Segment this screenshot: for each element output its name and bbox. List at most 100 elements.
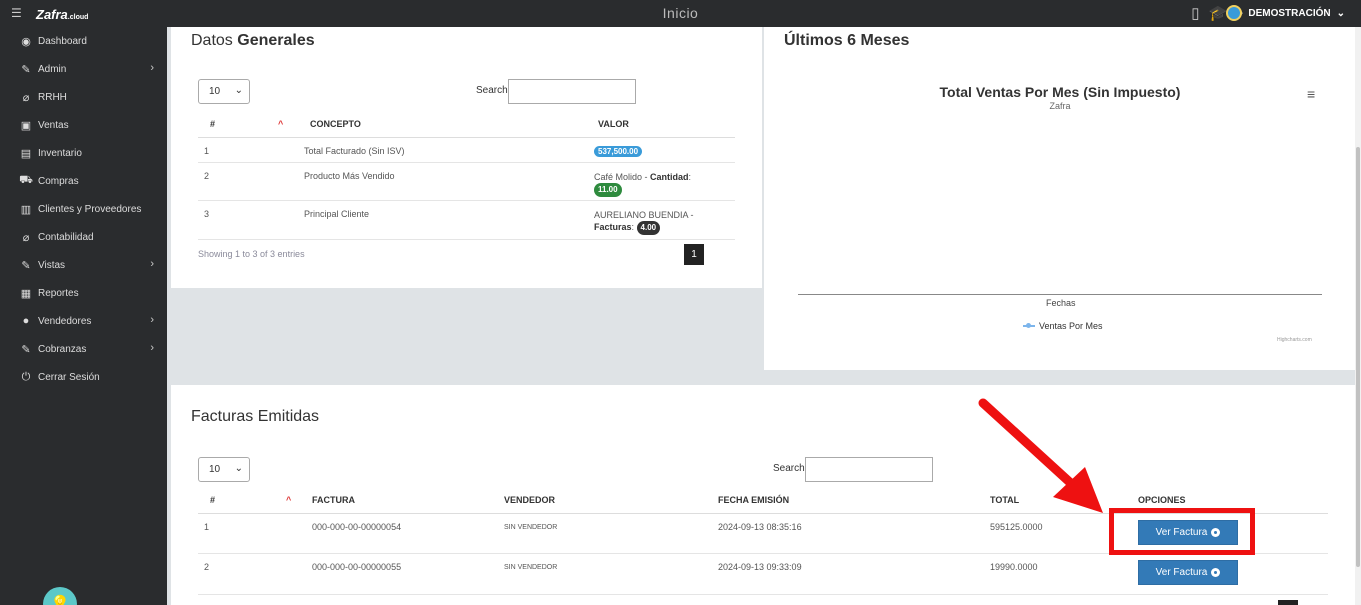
paperclip-icon: ⌀ [22,91,30,104]
sidebar-item-label: Inventario [38,147,82,159]
sidebar-item-cerrar-sesi-n[interactable]: ⏻ Cerrar Sesión [0,363,167,391]
page-size-select[interactable]: 10 ⌄ [198,457,250,482]
scrollbar[interactable] [1355,27,1361,605]
table-row: 3 Principal Cliente AURELIANO BUENDIA -F… [198,200,735,240]
chevron-down-icon: ⌄ [234,85,243,96]
sidebar-item-label: Clientes y Proveedores [38,203,142,215]
top-bar: ☰ Zafra.cloud Inicio ▯ 🎓 ⬧ DEMOSTRACIÓN … [0,0,1361,27]
power-icon: ⏻ [21,370,31,383]
mobile-icon[interactable]: ▯ [1191,4,1199,22]
chart-legend[interactable]: Ventas Por Mes [1023,321,1103,331]
sidebar-item-contabilidad[interactable]: ⌀ Contabilidad [0,223,167,251]
sidebar: 💡 ◉ Dashboard ✎ Admin › ⌀ RRHH ▣ Ventas ▤ Inventar… [0,27,167,605]
chevron-right-icon: › [150,314,154,326]
sidebar-item-vendedores[interactable]: ● Vendedores › [0,307,167,335]
datos-table: # ^ CONCEPTO VALOR 1 Total Facturado (Si… [198,111,735,240]
sidebar-item-label: Cerrar Sesión [38,371,100,383]
sidebar-item-inventario[interactable]: ▤ Inventario [0,139,167,167]
sidebar-item-reportes[interactable]: ▦ Reportes [0,279,167,307]
user-menu[interactable]: DEMOSTRACIÓN ⌄ [1226,5,1345,21]
sidebar-item-cobranzas[interactable]: ✎ Cobranzas › [0,335,167,363]
sidebar-item-label: Reportes [38,287,79,299]
sort-asc-icon[interactable]: ^ [278,119,283,129]
palette-icon: ◉ [21,35,31,48]
book-icon: ▤ [20,147,32,160]
sidebar-item-admin[interactable]: ✎ Admin › [0,55,167,83]
chevron-down-icon: ⌄ [234,463,243,474]
sidebar-item-label: Compras [38,175,79,187]
pagination-page[interactable] [1278,600,1298,605]
cart-icon: ⛟ [19,174,33,186]
x-axis-line [798,294,1322,295]
col-factura[interactable]: FACTURA [312,487,504,514]
edit-icon: ✎ [21,343,31,356]
user-icon: ● [22,315,30,327]
col-valor[interactable]: VALOR [594,111,735,138]
sidebar-item-vistas[interactable]: ✎ Vistas › [0,251,167,279]
chevron-down-icon: ⌄ [1336,7,1345,19]
sidebar-item-label: Contabilidad [38,231,94,243]
col-vendedor[interactable]: VENDEDOR [504,487,718,514]
sort-asc-icon[interactable]: ^ [286,495,291,505]
edit-icon: ✎ [21,259,31,272]
table-row: 1 Total Facturado (Sin ISV) 537,500.00 [198,137,735,163]
sidebar-item-ventas[interactable]: ▣ Ventas [0,111,167,139]
sidebar-item-label: RRHH [38,91,67,103]
value-badge: 11.00 [594,182,622,197]
search-input[interactable] [805,457,933,482]
sidebar-item-dashboard[interactable]: ◉ Dashboard [0,27,167,55]
annotation-highlight-box [1109,508,1255,555]
annotation-arrow [978,398,1103,513]
value-badge: 537,500.00 [594,145,643,157]
lightbulb-icon[interactable]: 💡 [43,587,77,605]
facturas-card: Facturas Emitidas 10 ⌄ Search: # ^ FACTUR… [171,385,1356,605]
value-badge: 4.00 [636,220,661,235]
ultimos-meses-card: Últimos 6 Meses Total Ventas Por Mes (Si… [764,27,1356,370]
chevron-right-icon: › [150,62,154,74]
search-label: Search: [476,85,511,96]
paperclip-icon: ⌀ [22,231,30,244]
col-concepto[interactable]: CONCEPTO [304,111,594,138]
ver-factura-button[interactable]: Ver Factura [1138,559,1238,585]
user-name: DEMOSTRACIÓN [1248,7,1331,19]
list-icon: ▦ [20,287,32,300]
table-row: 2 Producto Más Vendido Café Molido - Can… [198,162,735,201]
sidebar-item-label: Admin [38,63,67,75]
chart-credits[interactable]: Highcharts.com [1277,337,1312,343]
sidebar-item-label: Vendedores [38,315,92,327]
sidebar-item-label: Dashboard [38,35,87,47]
scrollbar-thumb[interactable] [1356,147,1360,567]
sidebar-item-label: Ventas [38,119,69,131]
table-row: 2 000-000-00-00000055 SIN VENDEDOR 2024-… [198,553,1328,595]
search-label: Search: [773,463,808,474]
page-title: Inicio [662,5,699,21]
address-book-icon: ▥ [20,203,32,216]
wrench-icon: ✎ [21,63,31,76]
avatar [1226,5,1243,21]
datos-generales-card: Datos Generales 10 ⌄ Search: # ^ CONCEPTO… [171,27,762,288]
pagination-page-1[interactable]: 1 [684,244,704,265]
x-axis-label: Fechas [1046,298,1076,308]
legend-marker [1023,323,1035,328]
col-fecha[interactable]: FECHA EMISIÓN [718,487,990,514]
sidebar-item-label: Cobranzas [38,343,87,355]
card-title: Facturas Emitidas [191,408,320,425]
sidebar-item-clientes-y-proveedores[interactable]: ▥ Clientes y Proveedores [0,195,167,223]
hamburger-icon[interactable]: ≡ [1307,86,1315,102]
card-title: Últimos 6 Meses [784,32,910,49]
legend-item: Ventas Por Mes [1039,321,1103,331]
search-input[interactable] [508,79,636,104]
entries-info: Showing 1 to 3 of 3 entries [198,249,305,259]
chart-subtitle: Zafra [1049,101,1071,111]
page-size-select[interactable]: 10 ⌄ [198,79,250,104]
money-icon: ▣ [20,119,32,132]
chevron-right-icon: › [150,342,154,354]
sidebar-item-compras[interactable]: ⛟ Compras [0,167,167,195]
chevron-right-icon: › [150,258,154,270]
eye-icon [1211,567,1221,577]
graduation-cap-icon[interactable]: 🎓 [1209,4,1228,22]
chart-title: Total Ventas Por Mes (Sin Impuesto) [939,84,1181,100]
sidebar-item-rrhh[interactable]: ⌀ RRHH [0,83,167,111]
sidebar-item-label: Vistas [38,259,66,271]
card-title: Datos Generales [191,32,315,49]
